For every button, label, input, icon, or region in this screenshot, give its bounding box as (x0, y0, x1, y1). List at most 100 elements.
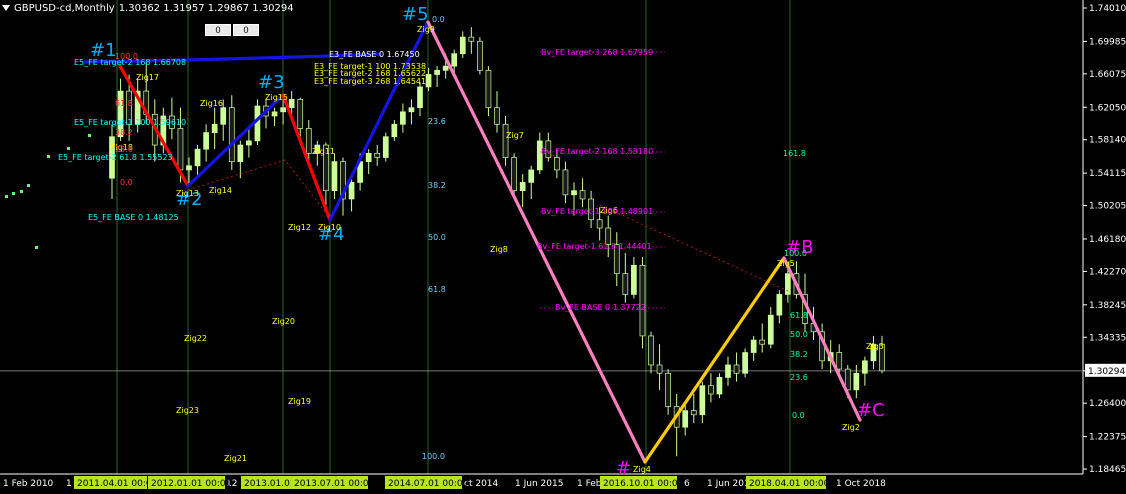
zig-label: Zig22 (184, 334, 207, 343)
candle (425, 74, 432, 88)
candle (502, 123, 509, 158)
zig-label: Zig5 (777, 259, 795, 268)
x-tick-label: 1 Feb 2010 (3, 479, 54, 489)
fib-left-label: 23.6 (115, 145, 133, 154)
zig-label: Zig2 (842, 423, 860, 432)
candle (519, 182, 526, 192)
candle (639, 265, 646, 337)
zig-label: Zig12 (288, 223, 311, 232)
candle (477, 40, 483, 71)
candle (391, 123, 398, 138)
candle (665, 372, 671, 407)
counter-button-1[interactable]: 0 (205, 24, 231, 36)
bv-fe-label: Bv_FE target-1 100 1.48901 (541, 207, 653, 216)
counter-button-2[interactable]: 0 (233, 24, 259, 36)
candle (579, 190, 586, 200)
candle (220, 107, 227, 125)
e5-fe-label: E5_FE target-2 61.8 1.55523 (58, 153, 173, 162)
x-tick-highlight-label: 2018.04.01 00:00 (749, 479, 830, 489)
candle (451, 53, 458, 67)
candle (246, 140, 252, 146)
candle (716, 377, 723, 395)
fib-right-label: 100.0 (784, 249, 807, 258)
candle (656, 364, 663, 374)
candle (348, 182, 355, 200)
candle (528, 169, 535, 183)
signal-dot (47, 155, 50, 158)
candle (759, 339, 766, 345)
candle (271, 111, 278, 117)
x-tick-highlight-label: 2016.10.01 00:00 (603, 479, 684, 489)
e3-fe-label: E3_FE BASE 0 1.67450 (329, 50, 420, 59)
candle (725, 364, 731, 378)
signal-dot (5, 195, 8, 198)
candle (400, 111, 406, 125)
candle (331, 161, 338, 192)
e5-fe-label: E5_FE target-1 100 1.59610 (74, 118, 186, 127)
dropdown-triangle-icon[interactable] (2, 5, 10, 11)
y-tick-label: 1.66075 (1089, 70, 1126, 80)
candle (365, 152, 372, 162)
price-chart[interactable]: 1.74010 1.69985 1.66075 1.62050 1.58140 1.541… (0, 0, 1126, 494)
y-tick-label: 1.62050 (1089, 103, 1126, 113)
candle (228, 107, 235, 162)
x-tick-highlight-label: 2011.04.01 00:00 (77, 479, 158, 489)
zig-label: Zig17 (136, 73, 159, 82)
candle (862, 360, 868, 374)
candle (742, 352, 748, 374)
zig-label: Zig9 (417, 25, 435, 34)
y-tick-label: 1.18465 (1089, 465, 1126, 475)
signal-dot (67, 147, 70, 150)
bv-fe-label: Bv_FE target-1 61.8 1.44401 (537, 242, 652, 251)
zig-label: Zig14 (209, 186, 232, 195)
wave-label: #5 (402, 4, 429, 25)
bv-fe-label: Bv_FE target-3 268 1.67959 (541, 48, 653, 57)
zig-label: Zig10 (318, 223, 341, 232)
zig-label: Zig3 (866, 342, 884, 351)
candle (442, 65, 449, 71)
fib-right-label: 23.6 (790, 373, 808, 382)
candle (648, 335, 654, 366)
candle (408, 107, 415, 113)
candle (374, 152, 381, 158)
signal-dot (27, 184, 30, 187)
candle (853, 372, 860, 391)
candle (305, 128, 312, 154)
x-tick-label: 1 Jun 201 (707, 479, 750, 489)
fib-left-label: 100.0 (115, 52, 138, 61)
zig-label: Zig19 (288, 397, 311, 406)
candle (571, 190, 577, 196)
zig-label: Zig16 (200, 99, 223, 108)
candle (554, 157, 560, 171)
fib-mid-label: 100.0 (422, 452, 445, 461)
zig-label: Zig13 (176, 189, 199, 198)
candle (699, 385, 706, 416)
x-tick-highlight-label: 2012.01.01 00:00 (151, 479, 232, 489)
candle (434, 69, 440, 75)
candle (690, 410, 697, 416)
fib-right-label: 161.8 (783, 149, 806, 158)
y-tick-label: 1.38245 (1089, 301, 1126, 311)
zig-label: Zig11 (312, 147, 335, 156)
candle (622, 273, 629, 295)
candle (733, 364, 740, 374)
candle (750, 339, 757, 353)
fib-mid-label: 38.2 (428, 181, 446, 190)
wave-label: #3 (258, 72, 285, 93)
ohlc-values: 1.30362 1.31957 1.29867 1.30294 (118, 2, 294, 14)
current-price-label: 1.30294 (1088, 367, 1125, 377)
candle (288, 99, 295, 109)
fib-mid-label: 61.8 (428, 285, 446, 294)
y-tick-label: 1.26400 (1089, 399, 1126, 409)
y-tick-label: 1.74010 (1089, 4, 1126, 14)
bv-fe-label: Bv_FE BASE 0 1.37722 (555, 303, 646, 312)
candle (186, 165, 192, 171)
candle (382, 136, 389, 158)
candle (511, 157, 517, 192)
candle (468, 36, 475, 42)
symbol-label: GBPUSD-cd,Monthly (14, 2, 115, 14)
x-tick-label: 1 Jun 2015 (515, 479, 563, 489)
x-tick-label: 1 (66, 479, 72, 489)
fib-right-label: 50.0 (790, 330, 808, 339)
candle (836, 352, 843, 370)
